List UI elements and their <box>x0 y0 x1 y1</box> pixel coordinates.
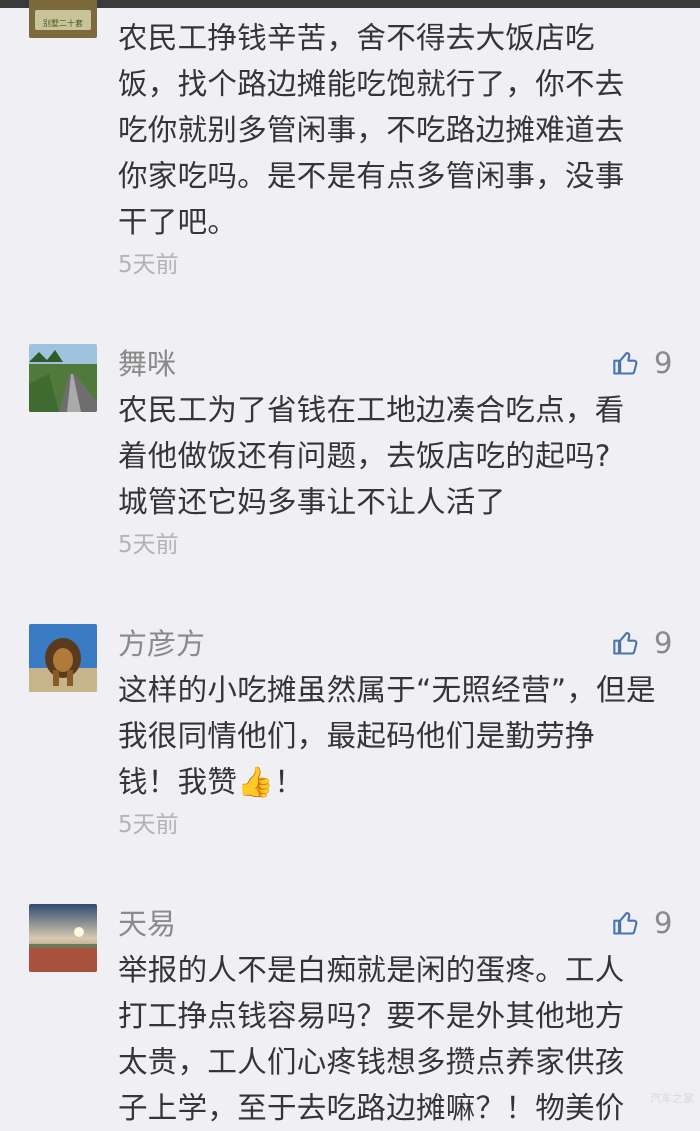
comment-text: 这样的小吃摊虽然属于“无照经营”，但是 我很同情他们，最起码他们是勤劳挣 钱！我… <box>118 673 656 799</box>
like-button[interactable]: 9 <box>612 623 672 663</box>
status-bar <box>0 0 700 8</box>
comment-text: 农民工挣钱辛苦，舍不得去大饭店吃 饭，找个路边摊能吃饱就行了，你不去 吃你就别多… <box>118 21 625 239</box>
watermark: 汽车之家 <box>650 1092 694 1105</box>
avatar[interactable]: 别墅二十套 <box>29 0 97 38</box>
comment-author[interactable]: 舞咪 <box>118 346 176 382</box>
comment-time: 5天前 <box>118 812 179 838</box>
avatar[interactable] <box>29 624 97 692</box>
comment-text: 举报的人不是白痴就是闲的蛋疼。工人 打工挣点钱容易吗？要不是外其他地方 太贵，工… <box>118 953 625 1125</box>
avatar[interactable] <box>29 344 97 412</box>
thumbs-up-icon <box>613 632 638 655</box>
like-button[interactable]: 9 <box>612 903 672 943</box>
comment-time: 5天前 <box>118 252 179 278</box>
svg-text:别墅二十套: 别墅二十套 <box>43 18 83 28</box>
comment-time: 5天前 <box>118 532 179 558</box>
like-button[interactable]: 9 <box>612 343 672 383</box>
comment-author[interactable]: 天易 <box>118 906 176 942</box>
comment-text: 农民工为了省钱在工地边凑合吃点，看 着他做饭还有问题，去饭店吃的起吗? 城管还它… <box>118 393 625 519</box>
thumbs-up-icon <box>613 352 638 375</box>
thumbs-up-icon <box>613 912 638 935</box>
comment-author[interactable]: 方彦方 <box>118 626 205 662</box>
like-count: 9 <box>654 626 673 660</box>
like-count: 9 <box>654 906 673 940</box>
avatar[interactable] <box>29 904 97 972</box>
like-count: 9 <box>654 346 673 380</box>
